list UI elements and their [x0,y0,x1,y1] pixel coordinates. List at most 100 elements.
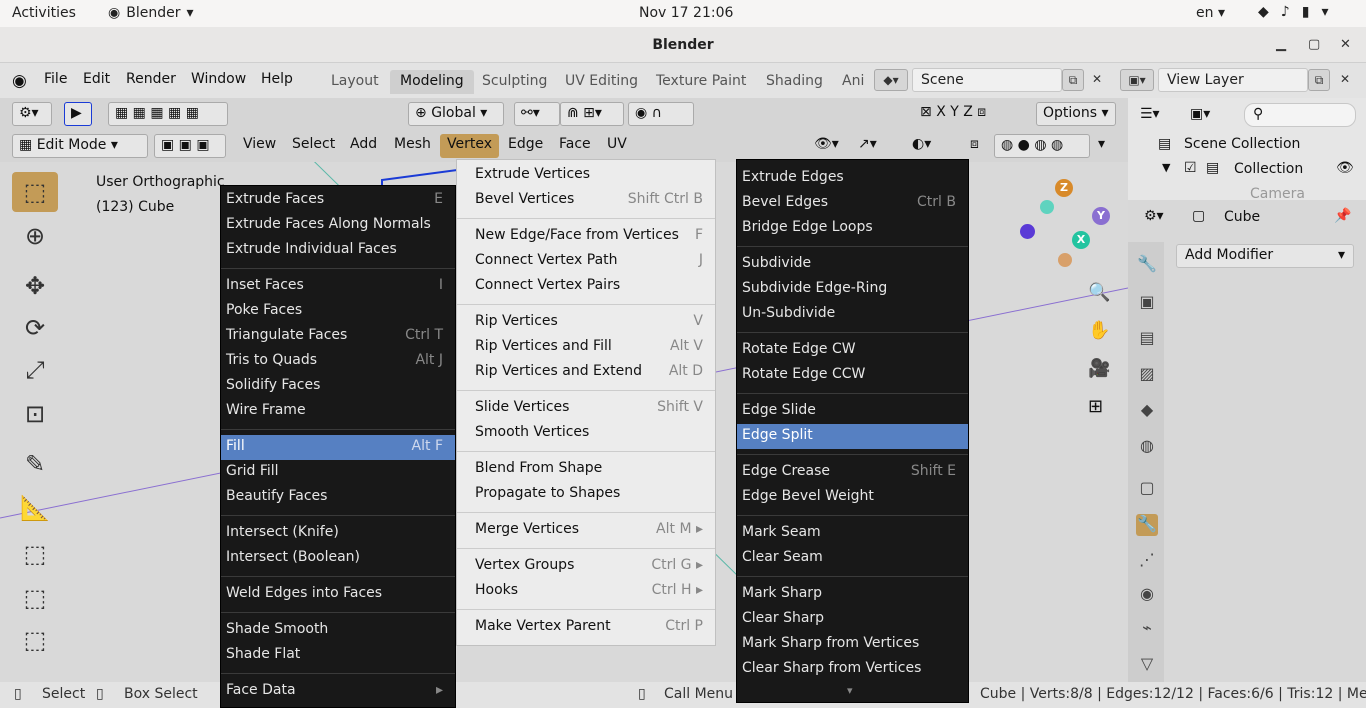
face-menu-item-extrude-faces-along-normals[interactable]: Extrude Faces Along Normals [221,213,455,238]
outliner-search-input[interactable]: ⚲ [1244,103,1356,127]
vertex-menu-item-rip-vertices-and-fill[interactable]: Rip Vertices and Fill Alt V [457,335,715,360]
system-tray[interactable]: ◆ ♪ ▮ ▾ [1258,4,1328,20]
tab-animation[interactable]: Ani [832,70,866,94]
object-tab-icon[interactable]: ▢ [1136,478,1158,500]
face-menu-item-beautify-faces[interactable]: Beautify Faces [221,485,455,510]
outliner-display-icon[interactable]: ☰▾ [1140,106,1160,122]
constraints-tab-icon[interactable]: ⌁ [1136,618,1158,640]
vertex-menu-item-smooth-vertices[interactable]: Smooth Vertices [457,421,715,446]
modifier-tab-icon[interactable]: 🔧 [1136,514,1158,536]
edge-menu-item-bevel-edges[interactable]: Bevel Edges Ctrl B [737,191,968,216]
face-menu-item-poke-faces[interactable]: Poke Faces [221,299,455,324]
new-view-layer-icon[interactable]: ⧉ [1308,69,1330,91]
move-tool-icon[interactable]: ✥ [12,266,58,306]
view-layer-icon[interactable]: ▣▾ [1120,69,1154,91]
close-button[interactable]: ✕ [1340,37,1351,52]
gizmo-neg-x[interactable] [1040,200,1054,214]
menu-view[interactable]: View [236,134,283,158]
outliner-collection[interactable]: Collection [1234,161,1303,177]
face-menu-item-tris-to-quads[interactable]: Tris to Quads Alt J [221,349,455,374]
add-modifier-dropdown[interactable]: Add Modifier ▾ [1176,244,1354,268]
menu-file[interactable]: File [44,71,67,87]
add-cube-tool-icon[interactable]: ⬚ [12,534,58,574]
gizmo-z-axis[interactable]: Z [1055,179,1073,197]
menu-help[interactable]: Help [261,71,293,87]
edge-menu-item-rotate-edge-ccw[interactable]: Rotate Edge CCW [737,363,968,388]
inset-tool-icon[interactable]: ⬚ [12,620,58,660]
outliner-camera[interactable]: Camera [1250,186,1305,200]
edge-menu-item-un-subdivide[interactable]: Un-Subdivide [737,302,968,327]
new-scene-icon[interactable]: ⧉ [1062,69,1084,91]
maximize-button[interactable]: ▢ [1308,37,1320,52]
eye-icon[interactable]: 👁 [1336,160,1354,176]
delete-scene-icon[interactable]: ✕ [1086,69,1108,91]
menu-uv[interactable]: UV [600,134,634,158]
menu-window[interactable]: Window [191,71,246,87]
pan-hand-icon[interactable]: ✋ [1088,320,1110,341]
pin-icon[interactable]: 📌 [1334,208,1351,224]
vertex-menu-item-rip-vertices[interactable]: Rip Vertices V [457,310,715,335]
face-menu-item-weld-edges-into-faces[interactable]: Weld Edges into Faces [221,582,455,607]
tab-shading[interactable]: Shading [756,70,833,94]
vertex-menu-item-vertex-groups[interactable]: Vertex Groups Ctrl G ▸ [457,554,715,579]
mirror-icon[interactable]: ⊠ [920,104,932,120]
edge-menu-item-edge-split[interactable]: Edge Split [737,424,968,449]
shading-modes[interactable]: ◍ ● ◍ ◍ [994,134,1090,158]
vertex-menu-item-merge-vertices[interactable]: Merge Vertices Alt M ▸ [457,518,715,543]
options-dropdown[interactable]: Options ▾ [1036,102,1116,126]
extrude-tool-icon[interactable]: ⬚ [12,578,58,618]
edge-menu-item-clear-sharp-from-vertices[interactable]: Clear Sharp from Vertices [737,657,968,682]
tab-texture-paint[interactable]: Texture Paint [646,70,756,94]
transform-tool-icon[interactable]: ⊡ [12,394,58,434]
overlays-icon[interactable]: ◐▾ [906,134,964,158]
ortho-grid-icon[interactable]: ⊞ [1088,396,1103,417]
face-menu-item-face-data[interactable]: Face Data ▸ [221,679,455,704]
vertex-menu-item-new-edge-face-from-vertices[interactable]: New Edge/Face from Vertices F [457,224,715,249]
select-box-tool-icon[interactable]: ⬚ [12,172,58,212]
vertex-menu-item-hooks[interactable]: Hooks Ctrl H ▸ [457,579,715,604]
vertex-menu-item-rip-vertices-and-extend[interactable]: Rip Vertices and Extend Alt D [457,360,715,385]
gizmo-y-axis[interactable]: Y [1092,207,1110,225]
tab-modeling[interactable]: Modeling [390,70,474,94]
world-tab-icon[interactable]: ◍ [1136,436,1158,458]
properties-editor-icon[interactable]: ⚙▾ [1144,208,1164,224]
edge-menu-item-clear-seam[interactable]: Clear Seam [737,546,968,571]
mirror-x-toggle[interactable]: X [936,104,946,120]
gizmo-neg-z[interactable] [1058,253,1072,267]
shading-dropdown-icon[interactable]: ▾ [1092,134,1116,158]
output-tab-icon[interactable]: ▤ [1136,328,1158,350]
mirror-y-toggle[interactable]: Y [950,104,959,120]
face-menu-item-fill[interactable]: Fill Alt F [221,435,455,460]
edge-menu-item-extrude-edges[interactable]: Extrude Edges [737,166,968,191]
clock[interactable]: Nov 17 21:06 [639,5,733,21]
mirror-z-toggle[interactable]: Z [963,104,973,120]
vertex-menu-item-connect-vertex-pairs[interactable]: Connect Vertex Pairs [457,274,715,299]
scene-name-field[interactable]: Scene [912,68,1062,92]
menu-vertex[interactable]: Vertex [440,134,500,158]
edge-menu-item-edge-slide[interactable]: Edge Slide [737,399,968,424]
menu-mesh[interactable]: Mesh [387,134,438,158]
face-menu-item-solidify-faces[interactable]: Solidify Faces [221,374,455,399]
edge-menu-item-mark-sharp[interactable]: Mark Sharp [737,582,968,607]
edge-menu-item-mark-seam[interactable]: Mark Seam [737,521,968,546]
tool-settings-icon[interactable]: ⚙▾ [12,102,52,126]
edge-menu-item-bridge-edge-loops[interactable]: Bridge Edge Loops [737,216,968,241]
collapse-arrow-icon[interactable]: ▼ [1162,161,1170,174]
face-menu-item-inset-faces[interactable]: Inset Faces I [221,274,455,299]
vertex-menu-item-connect-vertex-path[interactable]: Connect Vertex Path J [457,249,715,274]
physics-tab-icon[interactable]: ◉ [1136,584,1158,606]
annotate-tool-icon[interactable]: ✎ [12,444,58,484]
face-menu-item-triangulate-faces[interactable]: Triangulate Faces Ctrl T [221,324,455,349]
menu-add[interactable]: Add [343,134,384,158]
edge-menu-item-mark-sharp-from-vertices[interactable]: Mark Sharp from Vertices [737,632,968,657]
tool-tab-icon[interactable]: 🔧 [1136,254,1158,276]
measure-tool-icon[interactable]: 📐 [12,488,58,528]
transform-orientation-dropdown[interactable]: ⊕ Global ▾ [408,102,504,126]
data-tab-icon[interactable]: ▽ [1136,654,1158,676]
tab-layout[interactable]: Layout [321,70,389,94]
camera-view-icon[interactable]: 🎥 [1088,358,1110,379]
vertex-menu-item-make-vertex-parent[interactable]: Make Vertex Parent Ctrl P [457,615,715,640]
edge-menu-item-rotate-edge-cw[interactable]: Rotate Edge CW [737,338,968,363]
app-menu[interactable]: ◉ Blender ▾ [108,5,194,21]
gizmo-icon[interactable]: ↗▾ [852,134,898,158]
